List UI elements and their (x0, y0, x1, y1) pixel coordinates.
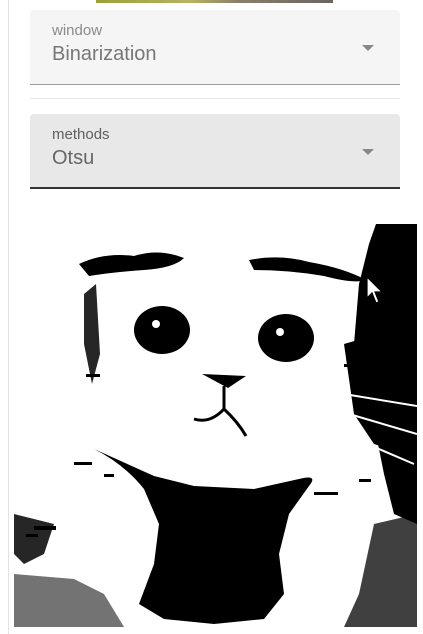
chevron-down-icon[interactable] (362, 45, 374, 51)
source-image-edge (96, 0, 333, 3)
mouse-pointer-icon (366, 275, 386, 311)
window-select[interactable]: window Binarization (30, 10, 400, 85)
methods-select[interactable]: methods Otsu (30, 114, 400, 189)
binarized-cat-image (14, 224, 417, 627)
methods-select-label: methods (52, 126, 110, 143)
window-select-value: Binarization (52, 43, 157, 65)
binarized-image-svg (14, 224, 417, 627)
methods-select-value: Otsu (52, 147, 95, 169)
divider (30, 98, 400, 99)
window-select-label: window (52, 22, 103, 39)
chevron-down-icon[interactable] (362, 149, 374, 155)
